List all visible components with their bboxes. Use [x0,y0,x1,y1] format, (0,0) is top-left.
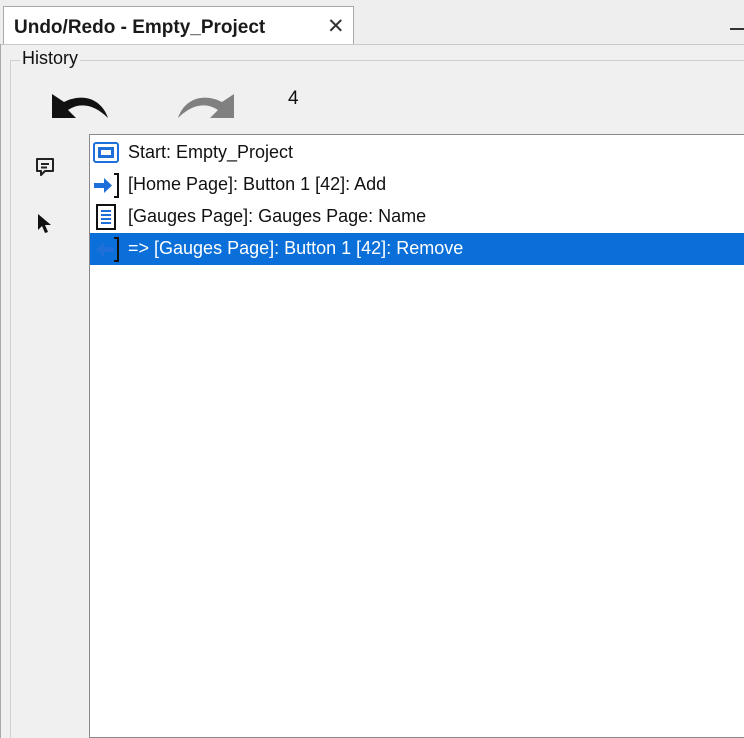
history-count: 4 [288,88,299,109]
undo-arrow-icon [52,94,108,118]
document-icon [96,204,116,230]
undo-button[interactable] [48,84,114,120]
history-item-remove-selected[interactable]: => [Gauges Page]: Button 1 [42]: Remove [90,233,744,265]
add-arrow-icon [94,173,119,198]
comment-button[interactable] [34,156,56,178]
history-list[interactable]: Start: Empty_Project [Home Page]: Button… [89,134,744,738]
history-item-add[interactable]: [Home Page]: Button 1 [42]: Add [90,169,744,201]
remove-arrow-icon [96,237,119,262]
redo-button[interactable] [172,84,238,120]
redo-arrow-icon [178,94,234,118]
panel-border [0,44,1,738]
screen-icon [93,142,119,163]
minimize-button[interactable] [726,14,744,32]
history-item-label: [Home Page]: Button 1 [42]: Add [128,174,387,194]
comment-icon [36,158,54,176]
close-icon[interactable]: ✕ [327,14,345,39]
history-group-label: History [20,48,81,69]
history-item-label: [Gauges Page]: Gauges Page: Name [128,206,427,226]
tab-strip: Undo/Redo - Empty_Project ✕ [0,0,744,45]
undo-redo-window: Undo/Redo - Empty_Project ✕ History 4 St… [0,0,744,738]
tab-title: Undo/Redo - Empty_Project [14,17,266,38]
pointer-button[interactable] [36,212,54,236]
history-item-start[interactable]: Start: Empty_Project [90,137,744,169]
history-item-label: Start: Empty_Project [128,142,294,162]
history-item-label: => [Gauges Page]: Button 1 [42]: Remove [128,238,464,258]
history-item-name[interactable]: [Gauges Page]: Gauges Page: Name [90,201,744,233]
pointer-icon [38,214,51,233]
tab-undo-redo[interactable]: Undo/Redo - Empty_Project ✕ [3,6,354,44]
